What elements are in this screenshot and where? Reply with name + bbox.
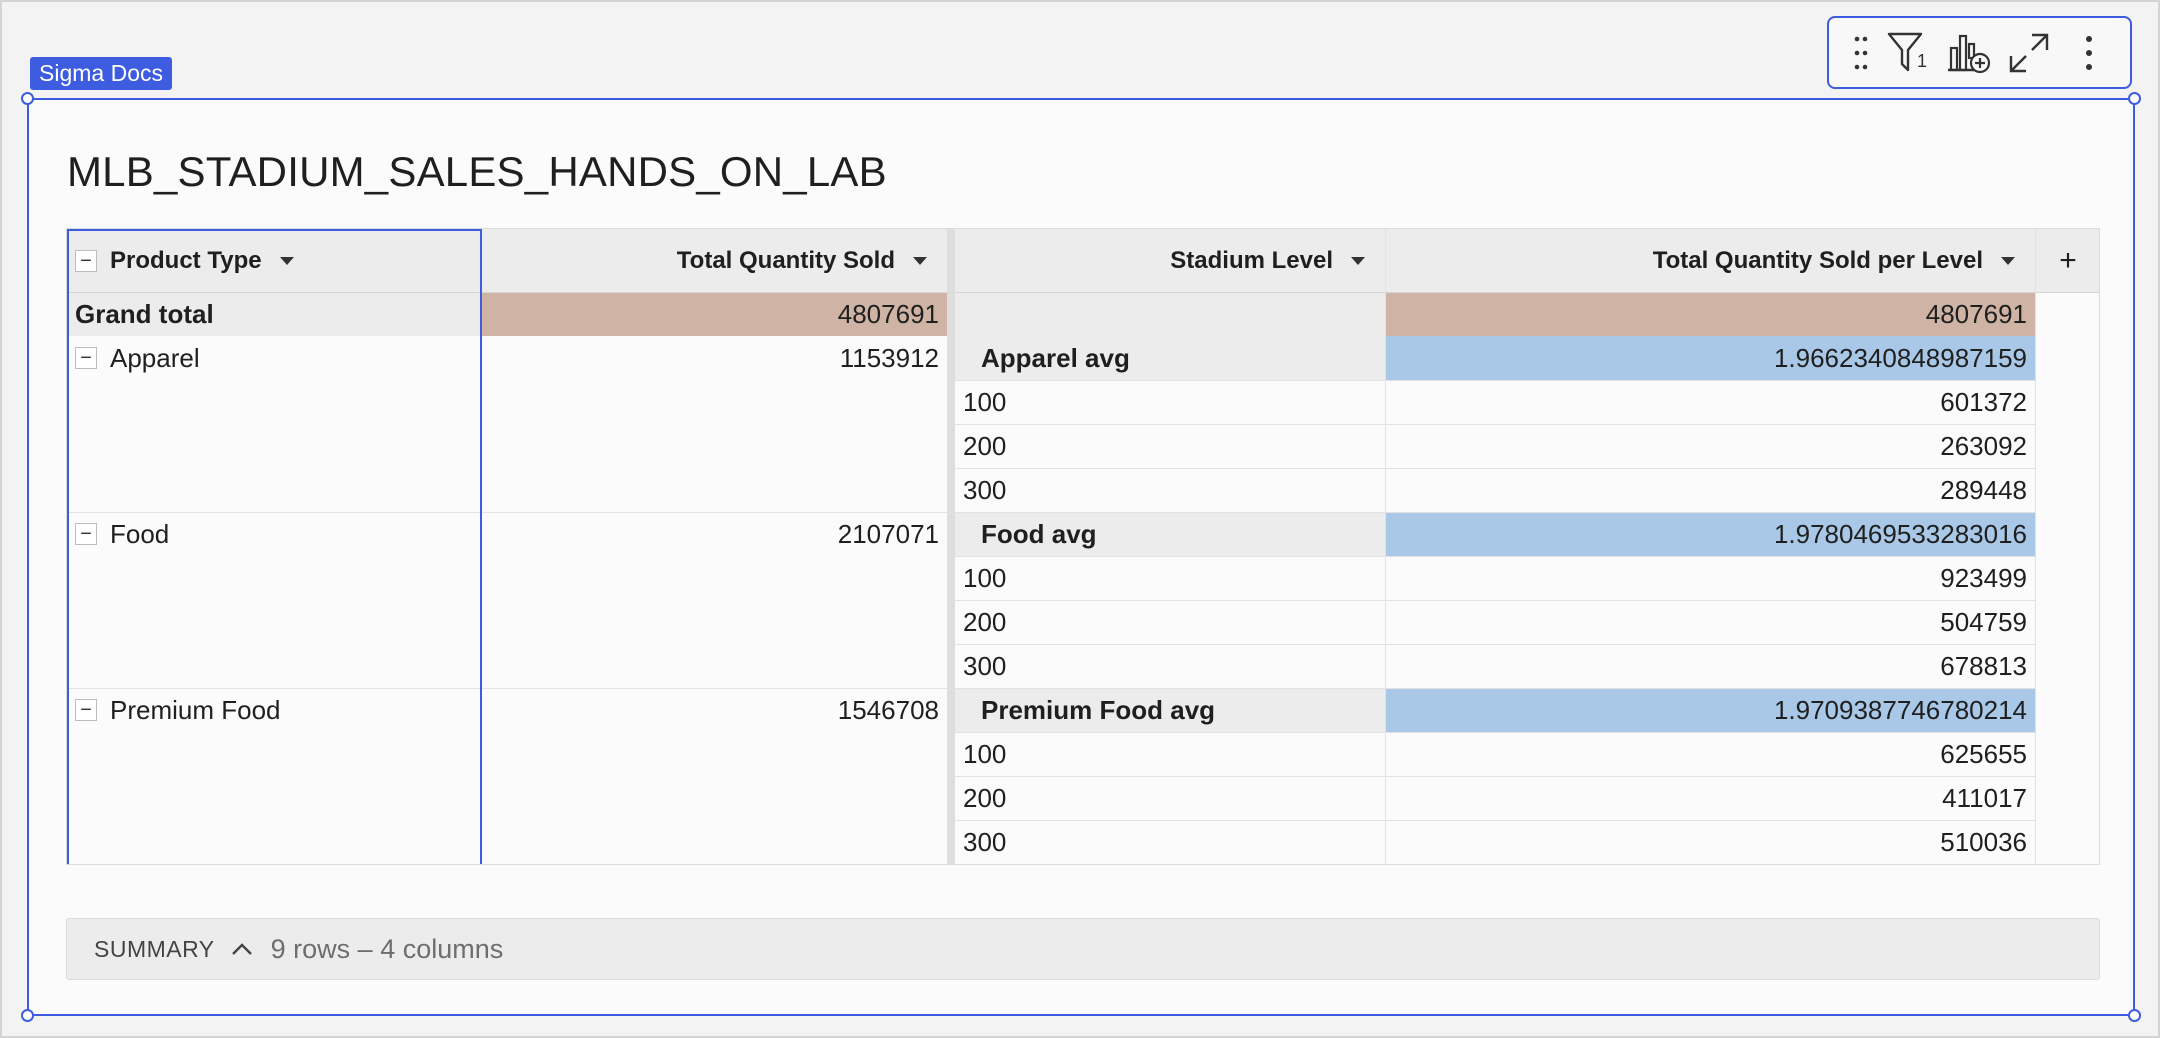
filter-button[interactable]: 1 (1879, 25, 1939, 81)
stadium-level-cell[interactable]: 300 (955, 468, 1385, 512)
caret-down-icon[interactable] (913, 256, 927, 265)
total-quantity-cell[interactable]: 1153912 (482, 336, 947, 380)
stadium-level-cell[interactable]: 100 (955, 380, 1385, 424)
chevron-up-icon[interactable] (231, 942, 253, 956)
subtotal-avg-value[interactable]: 1.9662340848987159 (1385, 336, 2035, 380)
expand-icon (2009, 33, 2049, 72)
quantity-per-level-cell[interactable]: 678813 (1385, 644, 2035, 688)
product-type-label: Premium Food (110, 694, 281, 725)
stadium-level-cell[interactable]: 300 (955, 820, 1385, 864)
collapse-group-icon[interactable]: − (75, 523, 97, 545)
total-quantity-cell[interactable]: 1546708 (482, 688, 947, 732)
resize-handle-top-right[interactable] (2128, 92, 2141, 105)
caret-down-icon[interactable] (2001, 256, 2015, 265)
expand-button[interactable] (1999, 25, 2059, 81)
product-type-label: Apparel (110, 342, 200, 373)
product-type-cell[interactable]: − Apparel (67, 336, 482, 380)
quantity-per-level-cell[interactable]: 411017 (1385, 776, 2035, 820)
group-divider (67, 512, 2035, 513)
column-header-label: Total Quantity Sold per Level (1652, 246, 1983, 274)
stadium-level-cell[interactable]: 100 (955, 556, 1385, 600)
quantity-per-level-cell[interactable]: 923499 (1385, 556, 2035, 600)
summary-label: SUMMARY (94, 935, 215, 962)
grand-total-quantity[interactable]: 4807691 (482, 293, 947, 336)
column-divider (2035, 229, 2036, 864)
row-divider (955, 732, 2035, 733)
filter-count-badge: 1 (1917, 50, 1928, 71)
collapse-group-icon[interactable]: − (75, 699, 97, 721)
row-divider (955, 644, 2035, 645)
caret-down-icon[interactable] (1351, 256, 1365, 265)
add-column-button[interactable]: + (2035, 229, 2099, 292)
quantity-per-level-cell[interactable]: 504759 (1385, 600, 2035, 644)
collapse-all-icon[interactable]: − (75, 249, 97, 272)
product-type-cell[interactable]: − Food (67, 512, 482, 556)
pivot-divider (947, 229, 955, 864)
row-divider (955, 468, 2035, 469)
collapse-group-icon[interactable]: − (75, 347, 97, 369)
pivot-table-element[interactable]: MLB_STADIUM_SALES_HANDS_ON_LAB − Product… (21, 92, 2141, 1022)
subtotal-avg-value[interactable]: 1.9780469533283016 (1385, 512, 2035, 556)
quantity-per-level-cell[interactable]: 289448 (1385, 468, 2035, 512)
product-type-label: Food (110, 518, 170, 549)
more-options-button[interactable] (2059, 25, 2119, 81)
group-divider (67, 688, 2035, 689)
column-header-product-type[interactable]: − Product Type (67, 229, 482, 292)
more-vertical-icon (2086, 35, 2092, 70)
data-table: − Product Type Total Quantity Sold Stadi… (66, 228, 2100, 865)
grand-total-label[interactable]: Grand total (67, 293, 482, 336)
resize-handle-bottom-right[interactable] (2128, 1009, 2141, 1022)
quantity-per-level-cell[interactable]: 601372 (1385, 380, 2035, 424)
add-chart-icon (1948, 34, 1991, 73)
stadium-level-cell[interactable]: 300 (955, 644, 1385, 688)
quantity-per-level-cell[interactable]: 263092 (1385, 424, 2035, 468)
subtotal-label[interactable]: Apparel avg (955, 336, 1385, 380)
drag-handle-icon[interactable] (1843, 25, 1879, 81)
column-divider (1385, 229, 1386, 864)
subtotal-label[interactable]: Premium Food avg (955, 688, 1385, 732)
row-divider (955, 776, 2035, 777)
product-type-cell[interactable]: − Premium Food (67, 688, 482, 732)
table-title[interactable]: MLB_STADIUM_SALES_HANDS_ON_LAB (67, 148, 887, 196)
row-divider (955, 424, 2035, 425)
total-quantity-cell[interactable]: 2107071 (482, 512, 947, 556)
add-chart-button[interactable] (1939, 25, 1999, 81)
stadium-level-cell[interactable]: 100 (955, 732, 1385, 776)
caret-down-icon[interactable] (279, 256, 294, 265)
grand-total-quantity-per-level[interactable]: 4807691 (1385, 293, 2035, 336)
column-header-total-quantity-sold[interactable]: Total Quantity Sold (482, 229, 947, 292)
resize-handle-bottom-left[interactable] (21, 1009, 34, 1022)
stadium-level-cell[interactable]: 200 (955, 424, 1385, 468)
column-header-label: Total Quantity Sold (676, 246, 895, 274)
column-header-label: Stadium Level (1170, 246, 1333, 274)
summary-bar[interactable]: SUMMARY 9 rows – 4 columns (66, 918, 2100, 980)
stadium-level-cell[interactable]: 200 (955, 600, 1385, 644)
element-toolbar: 1 (1827, 16, 2132, 89)
quantity-per-level-cell[interactable]: 625655 (1385, 732, 2035, 776)
row-divider (955, 600, 2035, 601)
subtotal-label[interactable]: Food avg (955, 512, 1385, 556)
column-header-total-quantity-sold-per-level[interactable]: Total Quantity Sold per Level (1385, 229, 2035, 292)
column-header-stadium-level[interactable]: Stadium Level (955, 229, 1385, 292)
subtotal-avg-value[interactable]: 1.9709387746780214 (1385, 688, 2035, 732)
column-header-label: Product Type (110, 246, 262, 274)
row-divider (955, 820, 2035, 821)
element-name-tag[interactable]: Sigma Docs (30, 57, 172, 90)
row-divider (955, 556, 2035, 557)
quantity-per-level-cell[interactable]: 510036 (1385, 820, 2035, 864)
resize-handle-top-left[interactable] (21, 92, 34, 105)
stadium-level-cell[interactable]: 200 (955, 776, 1385, 820)
row-column-count: 9 rows – 4 columns (270, 933, 504, 964)
grand-total-level-empty (955, 293, 1385, 336)
row-divider (955, 380, 2035, 381)
